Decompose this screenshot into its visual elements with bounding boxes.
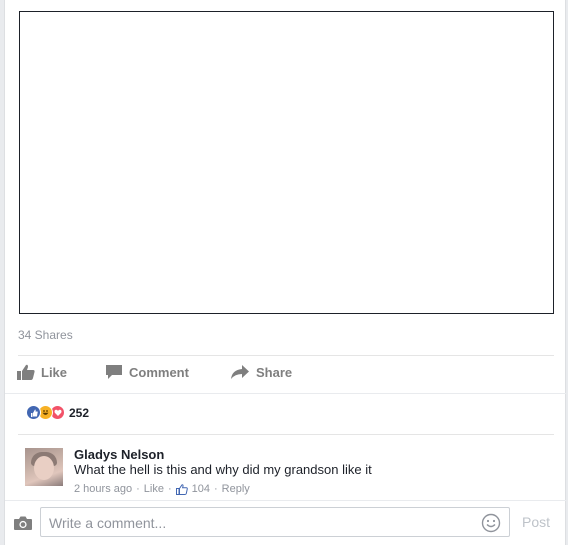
- comment-like-link[interactable]: Like: [144, 483, 164, 495]
- share-label: Share: [256, 364, 293, 380]
- divider-reactions: [18, 434, 554, 435]
- post-media[interactable]: [19, 11, 554, 314]
- post-card: 34 Shares Like Comment Share 252 Gladys …: [4, 0, 567, 545]
- speech-bubble-icon: [106, 365, 122, 379]
- comment-text: What the hell is this and why did my gra…: [74, 462, 372, 477]
- comment-author[interactable]: Gladys Nelson: [74, 447, 372, 462]
- share-arrow-icon: [231, 365, 249, 379]
- comment-time[interactable]: 2 hours ago: [74, 483, 132, 495]
- action-bar: Like Comment Share: [17, 364, 292, 380]
- divider-composer: [5, 500, 567, 501]
- reaction-count: 252: [69, 405, 90, 420]
- emoji-icon[interactable]: [481, 513, 501, 533]
- comment-button[interactable]: Comment: [105, 364, 230, 380]
- divider-actions: [5, 393, 567, 394]
- comment-reply-link[interactable]: Reply: [222, 483, 250, 495]
- divider-top: [18, 355, 554, 356]
- comment-meta: 2 hours ago · Like · 104 · Reply: [74, 483, 250, 495]
- comment-input[interactable]: [49, 513, 469, 533]
- share-button[interactable]: Share: [230, 364, 292, 380]
- comment-like-count[interactable]: 104: [192, 483, 210, 495]
- like-button[interactable]: Like: [17, 364, 105, 380]
- comment-input-box: [40, 507, 510, 537]
- reactions-summary[interactable]: 252: [26, 405, 89, 420]
- avatar[interactable]: [25, 448, 63, 486]
- comment-body: Gladys Nelson What the hell is this and …: [74, 447, 372, 495]
- shares-count[interactable]: 34 Shares: [18, 328, 73, 342]
- camera-icon[interactable]: [13, 515, 33, 531]
- like-reaction-icon: [26, 405, 41, 420]
- comment-composer: Post: [11, 507, 561, 539]
- thumbs-up-icon: [17, 364, 35, 380]
- like-label: Like: [41, 364, 68, 380]
- post-button[interactable]: Post: [522, 514, 550, 530]
- thumbs-up-outline-icon: [175, 483, 188, 495]
- comment-label: Comment: [129, 364, 189, 380]
